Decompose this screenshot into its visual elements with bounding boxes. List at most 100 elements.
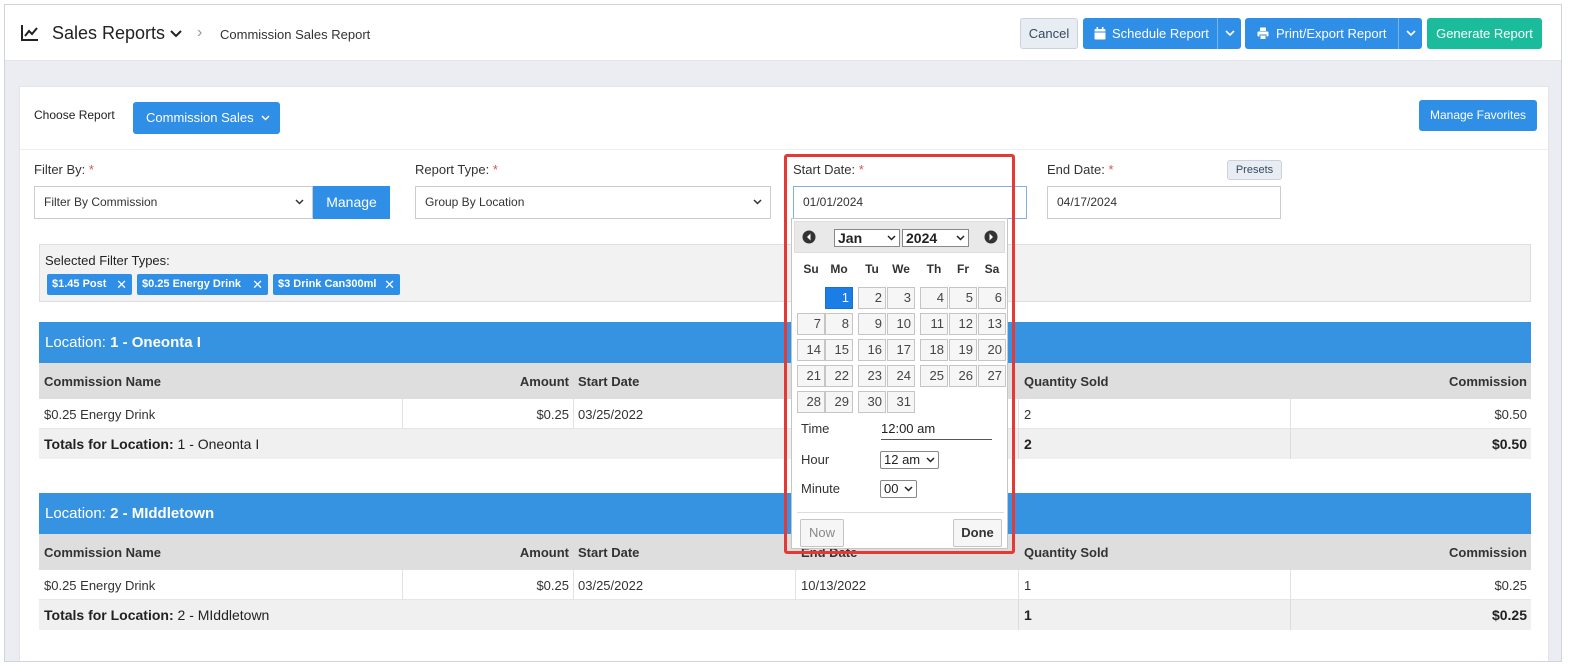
month-select[interactable]: Jan	[834, 229, 900, 247]
calendar-day[interactable]: 21	[797, 365, 825, 387]
breadcrumb: Commission Sales Report	[220, 27, 371, 42]
calendar-day[interactable]: 18	[920, 339, 948, 361]
presets-button[interactable]: Presets	[1227, 160, 1282, 180]
calendar-day[interactable]: 24	[887, 365, 915, 387]
calendar-day[interactable]: 23	[858, 365, 886, 387]
report-type-select[interactable]: Group By Location	[415, 186, 771, 219]
manage-button-label: Manage	[326, 194, 377, 210]
calendar-day[interactable]: 11	[920, 313, 948, 335]
cancel-button-label: Cancel	[1028, 26, 1070, 41]
calendar-day[interactable]: 10	[887, 313, 915, 335]
chevron-down-icon	[295, 199, 304, 205]
chevron-down-icon	[904, 486, 913, 492]
year-select[interactable]: 2024	[902, 229, 969, 247]
calendar-day[interactable]: 14	[797, 339, 825, 361]
calendar-day[interactable]: 6	[978, 287, 1006, 309]
filter-by-label: Filter By: *	[34, 162, 94, 177]
calendar-day[interactable]: 3	[887, 287, 915, 309]
calendar-day[interactable]: 13	[978, 313, 1006, 335]
time-label: Time	[801, 421, 830, 436]
calendar-day[interactable]: 5	[949, 287, 977, 309]
calendar-day[interactable]: 7	[797, 313, 825, 335]
report-type-value: Group By Location	[425, 195, 525, 209]
calendar-day[interactable]: 26	[949, 365, 977, 387]
choose-report-label: Choose Report	[34, 108, 115, 122]
calendar-day[interactable]: 4	[920, 287, 948, 309]
filter-by-value: Filter By Commission	[44, 195, 158, 209]
schedule-report-dropdown[interactable]	[1217, 18, 1241, 49]
now-button[interactable]: Now	[800, 519, 844, 547]
presets-label: Presets	[1235, 164, 1274, 176]
next-month-icon[interactable]	[984, 230, 998, 244]
remove-icon[interactable]: ✕	[116, 274, 127, 295]
prev-month-icon[interactable]	[802, 230, 816, 244]
datepicker-header: Jan 2024	[794, 221, 1005, 253]
chevron-down-icon	[956, 235, 965, 241]
calendar-day[interactable]: 12	[949, 313, 977, 335]
weekday-label: We	[892, 262, 910, 276]
calendar-day[interactable]: 8	[825, 313, 853, 335]
calendar-day[interactable]: 20	[978, 339, 1006, 361]
calendar-day[interactable]: 31	[887, 391, 915, 413]
hour-select[interactable]: 12 am	[880, 451, 939, 469]
hour-label: Hour	[801, 452, 830, 467]
end-date-label: End Date: *	[1047, 162, 1114, 177]
chevron-down-icon	[1406, 30, 1416, 37]
end-date-value: 04/17/2024	[1057, 195, 1118, 209]
generate-report-button[interactable]: Generate Report	[1427, 18, 1542, 49]
calendar-day[interactable]: 16	[858, 339, 886, 361]
calendar-day[interactable]: 29	[825, 391, 853, 413]
weekday-label: Tu	[865, 262, 879, 276]
remove-icon[interactable]: ✕	[252, 274, 263, 295]
calendar-day[interactable]: 22	[825, 365, 853, 387]
table-total-row: Totals for Location: 2 - MIddletown 1 $0…	[39, 600, 1531, 630]
location-name: 1 - Oneonta I	[110, 334, 201, 351]
remove-icon[interactable]: ✕	[384, 274, 395, 295]
generate-report-label: Generate Report	[1436, 26, 1533, 41]
calendar-day[interactable]: 9	[858, 313, 886, 335]
weekday-label: Mo	[830, 262, 848, 276]
calendar-day[interactable]: 28	[797, 391, 825, 413]
chevron-down-icon	[1225, 30, 1235, 37]
filter-by-select[interactable]: Filter By Commission	[34, 186, 313, 219]
manage-button[interactable]: Manage	[313, 186, 390, 219]
line-chart-icon	[21, 25, 38, 41]
calendar-day[interactable]: 15	[825, 339, 853, 361]
print-icon	[1257, 27, 1269, 40]
time-value: 12:00 am	[881, 421, 992, 440]
calendar-day[interactable]: 27	[978, 365, 1006, 387]
report-type-label: Report Type: *	[415, 162, 498, 177]
calendar-day[interactable]: 30	[858, 391, 886, 413]
weekday-label: Th	[926, 262, 942, 276]
filter-tag: $3 Drink Can300ml ✕	[273, 274, 400, 295]
chevron-down-icon	[753, 199, 762, 205]
schedule-report-button[interactable]: Schedule Report	[1083, 18, 1241, 49]
calendar-day[interactable]: 25	[920, 365, 948, 387]
chevron-down-icon	[926, 457, 935, 463]
print-export-button[interactable]: Print/Export Report	[1245, 18, 1422, 49]
calendar-day[interactable]: 1	[825, 287, 853, 309]
cancel-button[interactable]: Cancel	[1020, 18, 1078, 49]
app-frame: Sales Reports › Commission Sales Report …	[4, 4, 1562, 662]
print-export-label: Print/Export Report	[1276, 26, 1387, 41]
chevron-down-icon	[887, 235, 896, 241]
weekday-label: Su	[803, 262, 819, 276]
calendar-day[interactable]: 2	[858, 287, 886, 309]
table-row: $0.25 Energy Drink $0.25 03/25/2022 10/1…	[39, 570, 1531, 600]
filter-tag: $1.45 Post ✕	[47, 274, 132, 295]
calendar-day[interactable]: 17	[887, 339, 915, 361]
done-button[interactable]: Done	[953, 519, 1002, 547]
end-date-input[interactable]: 04/17/2024	[1047, 186, 1281, 219]
choose-report-dropdown[interactable]: Commission Sales	[133, 102, 280, 134]
print-export-dropdown[interactable]	[1398, 18, 1422, 49]
calendar-day[interactable]: 19	[949, 339, 977, 361]
location-name: 2 - MIddletown	[110, 505, 215, 522]
chevron-down-icon[interactable]	[170, 29, 182, 39]
filter-tag: $0.25 Energy Drink ✕	[137, 274, 268, 295]
choose-report-value: Commission Sales	[146, 110, 254, 125]
minute-select[interactable]: 00	[880, 480, 917, 498]
manage-favorites-button[interactable]: Manage Favorites	[1419, 100, 1537, 131]
weekday-label: Fr	[957, 262, 969, 276]
schedule-report-label: Schedule Report	[1112, 26, 1209, 41]
page-title[interactable]: Sales Reports	[52, 23, 165, 44]
